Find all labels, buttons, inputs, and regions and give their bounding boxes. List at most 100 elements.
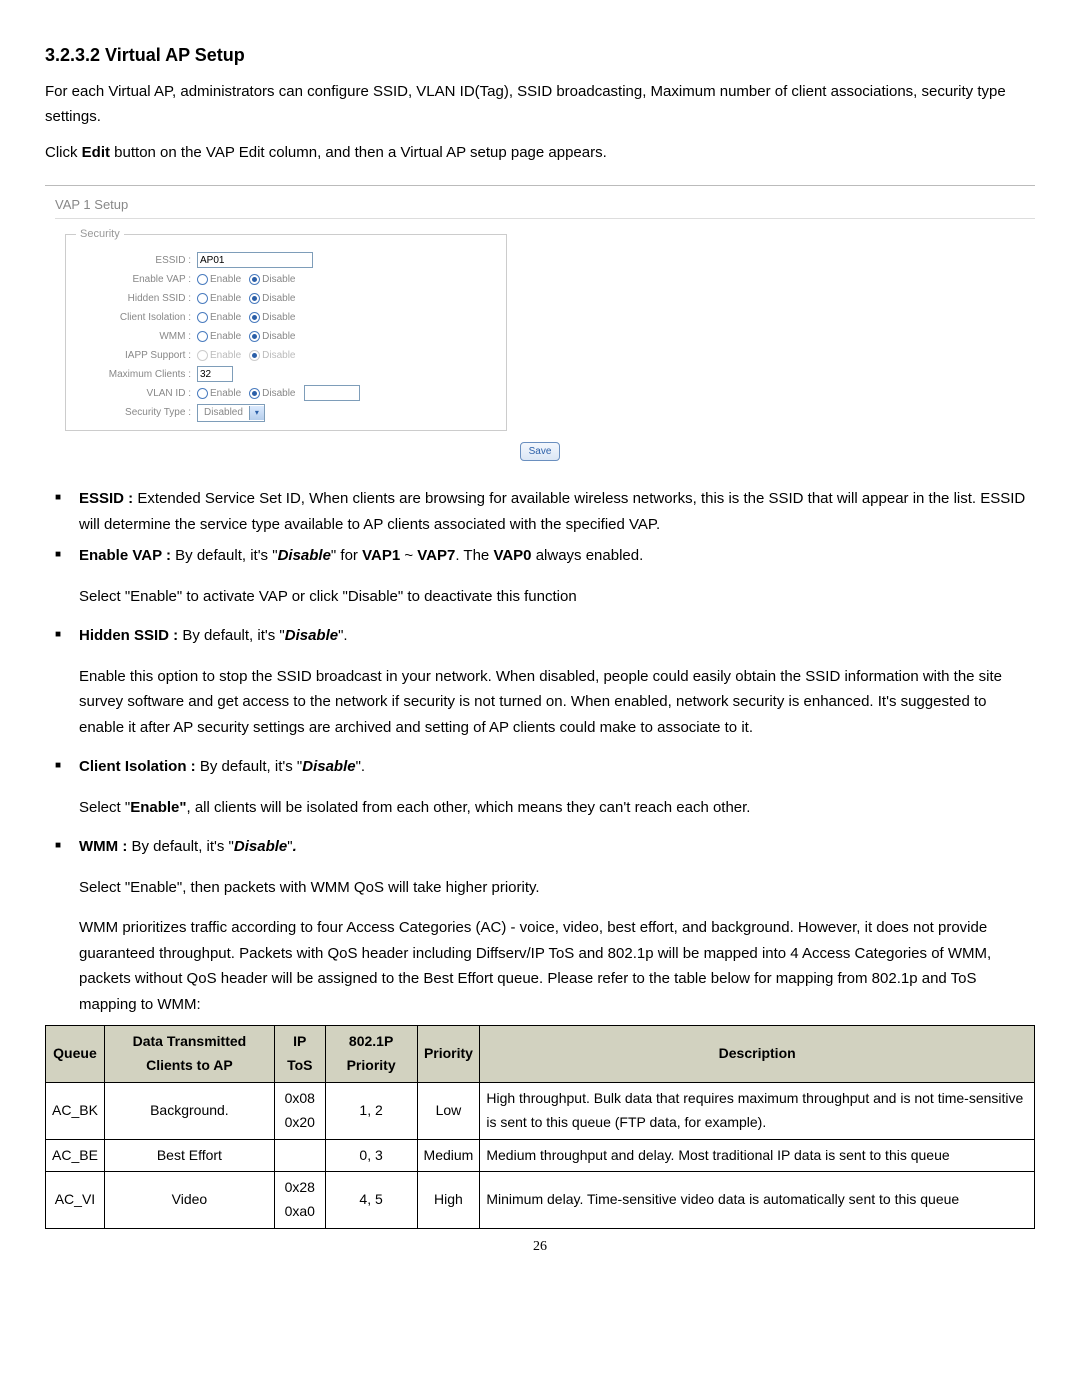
txt: always enabled. [532, 547, 644, 564]
table-cell: Low [417, 1082, 480, 1139]
wmm-enable-label: Enable [210, 328, 241, 345]
table-cell: Video [104, 1172, 274, 1229]
vap0: VAP0 [493, 547, 531, 564]
intro2-edit: Edit [82, 144, 110, 161]
vlan-id-input[interactable] [304, 385, 360, 401]
iapp-enable-label: Enable [210, 347, 241, 364]
intro-paragraph-1: For each Virtual AP, administrators can … [45, 79, 1035, 130]
bullet-essid-label: ESSID : [79, 490, 133, 507]
intro2-c: button on the VAP Edit column, and then … [110, 144, 607, 161]
disable-em: Disable [285, 627, 338, 644]
max-clients-input[interactable] [197, 366, 233, 382]
th-description: Description [480, 1026, 1035, 1083]
chevron-down-icon: ▾ [249, 406, 264, 420]
bullet-enable-vap: Enable VAP : By default, it's "Disable" … [45, 543, 1035, 569]
client-iso-disable-radio[interactable] [249, 312, 260, 323]
client-iso-disable-label: Disable [262, 309, 295, 326]
table-row: AC_BEBest Effort0, 3MediumMedium through… [46, 1139, 1035, 1172]
txt: ". [338, 627, 348, 644]
txt: ~ [400, 547, 417, 564]
txt: , all clients will be isolated from each… [186, 799, 750, 816]
label-vlan-id: VLAN ID : [76, 385, 197, 402]
label-hidden-ssid: Hidden SSID : [76, 290, 197, 307]
table-cell: AC_BK [46, 1082, 105, 1139]
client-iso-body: Select "Enable", all clients will be iso… [79, 795, 1035, 821]
label-iapp: IAPP Support : [76, 347, 197, 364]
enable-vap-body: Select "Enable" to activate VAP or click… [79, 584, 1035, 610]
essid-input[interactable] [197, 252, 313, 268]
table-cell: High throughput. Bulk data that requires… [480, 1082, 1035, 1139]
label-security-type: Security Type : [76, 404, 197, 421]
hidden-ssid-enable-radio[interactable] [197, 293, 208, 304]
save-button[interactable]: Save [520, 442, 561, 461]
vlan-disable-label: Disable [262, 385, 295, 402]
bullet-essid-text: Extended Service Set ID, When clients ar… [79, 490, 1025, 533]
page-number: 26 [45, 1235, 1035, 1259]
table-cell: High [417, 1172, 480, 1229]
security-type-select[interactable]: Disabled ▾ [197, 404, 265, 422]
wmm-body-2: WMM prioritizes traffic according to fou… [79, 915, 1035, 1017]
disable-em: Disable [302, 758, 355, 775]
iapp-enable-radio[interactable] [197, 350, 208, 361]
txt: . The [455, 547, 493, 564]
bullet-hidden-ssid: Hidden SSID : By default, it's "Disable"… [45, 623, 1035, 649]
wmm-disable-radio[interactable] [249, 331, 260, 342]
label-client-isolation: Client Isolation : [76, 309, 197, 326]
bullet-hidden-ssid-label: Hidden SSID : [79, 627, 178, 644]
th-priority: Priority [417, 1026, 480, 1083]
table-cell [274, 1139, 325, 1172]
txt: ". [356, 758, 366, 775]
wmm-disable-label: Disable [262, 328, 295, 345]
vap1: VAP1 [362, 547, 400, 564]
table-cell: Minimum delay. Time-sensitive video data… [480, 1172, 1035, 1229]
section-heading: 3.2.3.2 Virtual AP Setup [45, 40, 1035, 71]
th-8021p: 802.1P Priority [325, 1026, 417, 1083]
table-cell: 0, 3 [325, 1139, 417, 1172]
vap-setup-screenshot: VAP 1 Setup Security ESSID : Enable VAP … [45, 185, 1035, 472]
iapp-disable-label: Disable [262, 347, 295, 364]
txt: By default, it's " [127, 838, 234, 855]
security-legend: Security [76, 225, 124, 244]
th-queue: Queue [46, 1026, 105, 1083]
disable-em: Disable [278, 547, 331, 564]
enable-bold: Enable" [130, 799, 186, 816]
client-iso-enable-radio[interactable] [197, 312, 208, 323]
security-fieldset: Security ESSID : Enable VAP : Enable Dis… [65, 225, 507, 431]
table-row: AC_VIVideo0x28 0xa04, 5HighMinimum delay… [46, 1172, 1035, 1229]
hidden-ssid-disable-label: Disable [262, 290, 295, 307]
table-cell: AC_BE [46, 1139, 105, 1172]
table-row: AC_BKBackground.0x08 0x201, 2LowHigh thr… [46, 1082, 1035, 1139]
txt: Select " [79, 799, 130, 816]
label-max-clients: Maximum Clients : [76, 366, 197, 383]
dot: . [293, 838, 297, 855]
bullet-enable-vap-label: Enable VAP : [79, 547, 171, 564]
vap7: VAP7 [417, 547, 455, 564]
txt: " for [331, 547, 362, 564]
txt: By default, it's " [178, 627, 285, 644]
txt: By default, it's " [196, 758, 303, 775]
wmm-table: Queue Data Transmitted Clients to AP IP … [45, 1025, 1035, 1229]
wmm-body-1: Select "Enable", then packets with WMM Q… [79, 875, 1035, 901]
hidden-ssid-enable-label: Enable [210, 290, 241, 307]
enable-vap-disable-label: Disable [262, 271, 295, 288]
table-cell: Background. [104, 1082, 274, 1139]
iapp-disable-radio[interactable] [249, 350, 260, 361]
disable-em: Disable [234, 838, 287, 855]
intro-paragraph-2: Click Edit button on the VAP Edit column… [45, 140, 1035, 166]
intro2-a: Click [45, 144, 82, 161]
bullet-essid: ESSID : Extended Service Set ID, When cl… [45, 486, 1035, 537]
wmm-enable-radio[interactable] [197, 331, 208, 342]
bullet-client-iso-label: Client Isolation : [79, 758, 196, 775]
th-data: Data Transmitted Clients to AP [104, 1026, 274, 1083]
hidden-ssid-disable-radio[interactable] [249, 293, 260, 304]
vlan-enable-radio[interactable] [197, 388, 208, 399]
table-cell: 1, 2 [325, 1082, 417, 1139]
bullet-wmm-label: WMM : [79, 838, 127, 855]
enable-vap-disable-radio[interactable] [249, 274, 260, 285]
enable-vap-enable-radio[interactable] [197, 274, 208, 285]
table-cell: Best Effort [104, 1139, 274, 1172]
vap-setup-title: VAP 1 Setup [55, 194, 1035, 219]
table-cell: Medium [417, 1139, 480, 1172]
vlan-disable-radio[interactable] [249, 388, 260, 399]
bullet-client-isolation: Client Isolation : By default, it's "Dis… [45, 754, 1035, 780]
